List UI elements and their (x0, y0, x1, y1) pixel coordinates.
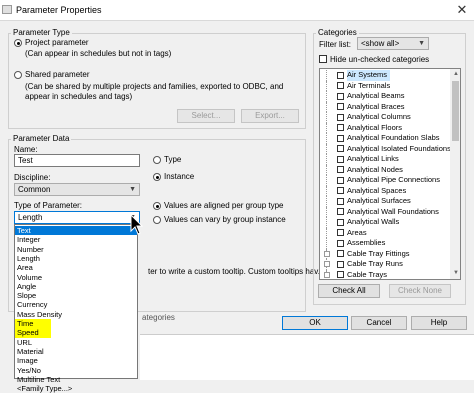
name-input[interactable]: Test (14, 154, 140, 167)
check-all-button[interactable]: Check All (318, 284, 380, 298)
type-of-parameter-select[interactable]: Length ▼ (14, 211, 140, 224)
aligned-radio-label: Values are aligned per group type (164, 201, 284, 210)
close-icon[interactable]: ✕ (451, 1, 473, 19)
export-button[interactable]: Export... (241, 109, 299, 123)
dropdown-item-highlighted[interactable]: Time (15, 319, 51, 329)
scrollbar-thumb[interactable] (452, 81, 459, 141)
categories-list: Air Systems Air Terminals Analytical Bea… (319, 68, 461, 280)
filter-list-value: <show all> (361, 39, 400, 48)
type-radio-label: Type (164, 155, 182, 164)
shared-parameter-desc-1: (Can be shared by multiple projects and … (25, 82, 284, 91)
shared-parameter-desc-2: appear in schedules and tags) (25, 92, 133, 101)
category-item[interactable]: Analytical Beams (320, 91, 450, 102)
chevron-down-icon: ▼ (418, 40, 425, 47)
expand-icon (324, 271, 330, 278)
parameter-type-label: Parameter Type (11, 28, 72, 37)
discipline-value: Common (18, 185, 51, 194)
expand-icon (324, 261, 330, 267)
category-item[interactable]: Cable Trays (320, 269, 450, 279)
instance-radio-label: Instance (164, 172, 195, 181)
category-item[interactable]: Cable Tray Fittings (320, 248, 450, 259)
category-item[interactable]: Assemblies (320, 238, 450, 249)
chevron-down-icon: ▼ (129, 186, 136, 193)
project-parameter-label: Project parameter (25, 38, 89, 47)
filter-list-select[interactable]: <show all> ▼ (357, 37, 429, 50)
app-icon (2, 5, 12, 14)
dropdown-item[interactable]: Integer (15, 235, 137, 244)
dropdown-item[interactable]: Slope (15, 291, 137, 300)
tooltip-description: ter to write a custom tooltip. Custom to… (148, 267, 325, 276)
dropdown-item[interactable]: Image (15, 356, 137, 365)
categories-scrollbar[interactable]: ▲ ▼ (450, 69, 460, 279)
scroll-down-icon[interactable]: ▼ (453, 270, 459, 276)
check-none-button[interactable]: Check None (389, 284, 451, 298)
category-item[interactable]: Air Systems (320, 70, 450, 81)
type-of-parameter-label: Type of Parameter: (14, 201, 83, 210)
category-item[interactable]: Analytical Wall Foundations (320, 206, 450, 217)
type-radio[interactable] (153, 156, 161, 164)
category-item[interactable]: Analytical Foundation Slabs (320, 133, 450, 144)
category-item[interactable]: Analytical Surfaces (320, 196, 450, 207)
instance-radio[interactable] (153, 173, 161, 181)
shared-parameter-radio[interactable] (14, 71, 22, 79)
category-item[interactable]: Areas (320, 227, 450, 238)
dropdown-item[interactable]: Multiline Text (15, 375, 137, 384)
vary-radio-label: Values can vary by group instance (164, 215, 286, 224)
dropdown-item[interactable]: Material (15, 347, 137, 356)
shared-parameter-label: Shared parameter (25, 70, 90, 79)
dropdown-item[interactable]: Area (15, 263, 137, 272)
mouse-cursor-icon (130, 214, 144, 235)
type-of-parameter-value: Length (18, 213, 43, 222)
dropdown-item[interactable]: Currency (15, 300, 137, 309)
category-item[interactable]: Cable Tray Runs (320, 259, 450, 270)
discipline-label: Discipline: (14, 173, 51, 182)
categories-fragment: ategories (142, 313, 175, 322)
discipline-select[interactable]: Common ▼ (14, 183, 140, 196)
dropdown-item[interactable]: URL (15, 338, 137, 347)
project-parameter-radio[interactable] (14, 39, 22, 47)
ok-button[interactable]: OK (282, 316, 348, 330)
categories-label: Categories (316, 28, 359, 37)
category-item[interactable]: Analytical Isolated Foundations (320, 143, 451, 154)
dropdown-item[interactable]: <Family Type...> (15, 384, 137, 393)
scroll-up-icon[interactable]: ▲ (453, 71, 459, 77)
category-item[interactable]: Analytical Braces (320, 101, 450, 112)
category-item[interactable]: Analytical Pipe Connections (320, 175, 450, 186)
cancel-button[interactable]: Cancel (351, 316, 407, 330)
category-item[interactable]: Analytical Walls (320, 217, 450, 228)
dropdown-item[interactable]: Volume (15, 273, 137, 282)
category-item[interactable]: Analytical Links (320, 154, 450, 165)
category-item[interactable]: Analytical Spaces (320, 185, 450, 196)
name-label: Name: (14, 145, 38, 154)
filter-list-label: Filter list: (319, 40, 351, 49)
category-item[interactable]: Analytical Nodes (320, 164, 450, 175)
dropdown-item[interactable]: Length (15, 254, 137, 263)
dropdown-item[interactable]: Mass Density (15, 310, 137, 319)
category-item[interactable]: Analytical Floors (320, 122, 450, 133)
background-canvas (140, 334, 474, 380)
window-title: Parameter Properties (16, 5, 102, 15)
dropdown-item[interactable]: Yes/No (15, 366, 137, 375)
project-parameter-desc: (Can appear in schedules but not in tags… (25, 49, 172, 58)
hide-unchecked-label: Hide un-checked categories (330, 55, 430, 64)
dropdown-item[interactable]: Number (15, 245, 137, 254)
dropdown-item[interactable]: Text (15, 226, 137, 236)
category-item[interactable]: Air Terminals (320, 80, 450, 91)
expand-icon (324, 250, 330, 257)
type-of-parameter-dropdown: Text Integer Number Length Area Volume A… (14, 224, 138, 393)
dropdown-item[interactable]: Angle (15, 282, 137, 291)
category-item[interactable]: Analytical Columns (320, 112, 450, 123)
hide-unchecked-checkbox[interactable] (319, 55, 327, 63)
help-button[interactable]: Help (411, 316, 467, 330)
parameter-data-label: Parameter Data (11, 134, 72, 143)
vary-radio[interactable] (153, 216, 161, 224)
aligned-radio[interactable] (153, 202, 161, 210)
dropdown-item-highlighted[interactable]: Speed (15, 328, 51, 338)
select-button[interactable]: Select... (177, 109, 235, 123)
